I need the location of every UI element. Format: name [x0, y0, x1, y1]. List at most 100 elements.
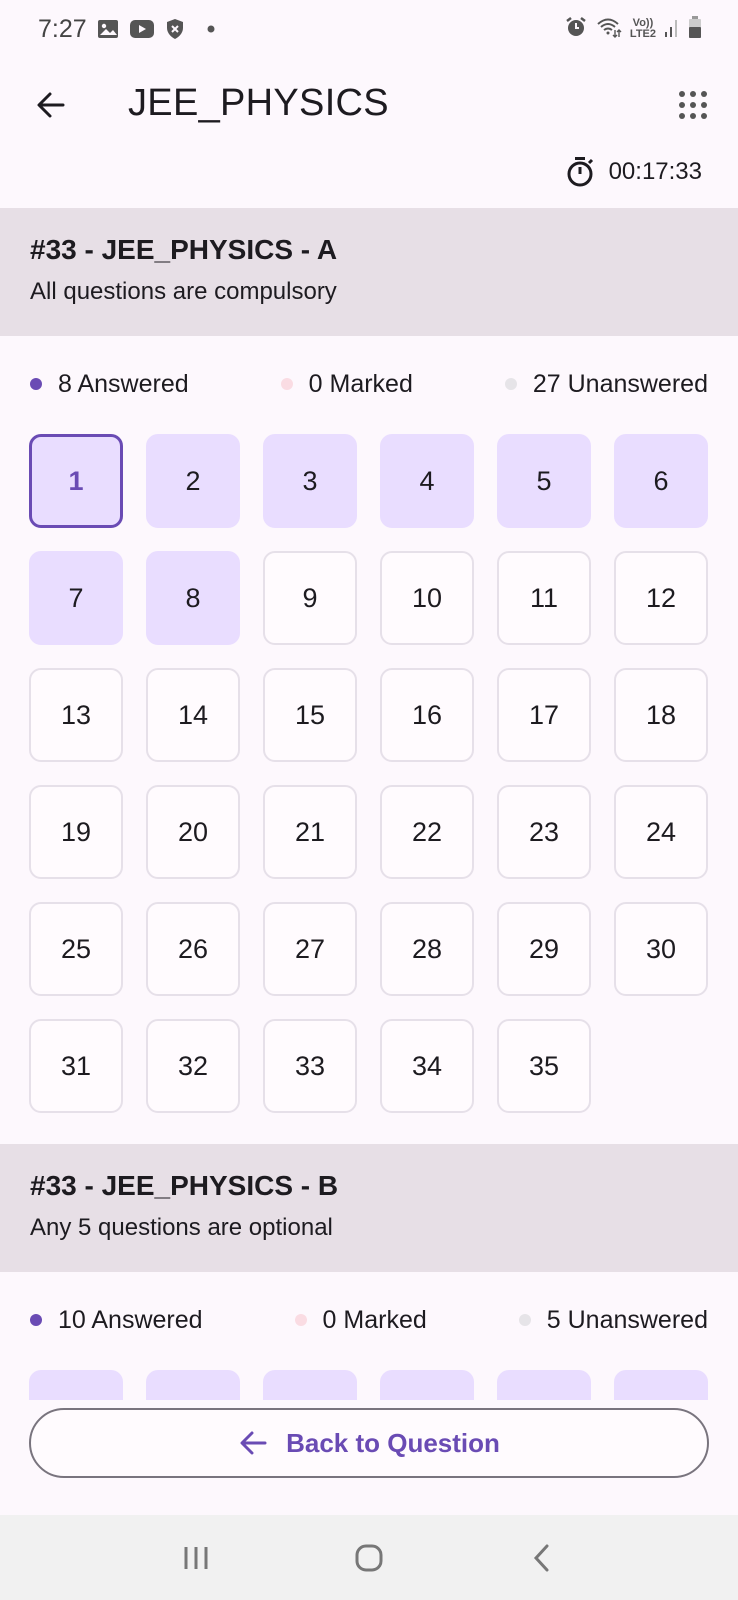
gallery-icon: [97, 19, 119, 39]
question-grid-button[interactable]: [672, 84, 714, 126]
question-button[interactable]: 19: [29, 785, 123, 879]
question-button[interactable]: [614, 1370, 708, 1400]
marked-count: 0 Marked: [322, 1305, 427, 1334]
answered-dot-icon: [30, 378, 42, 390]
legend-answered: 10 Answered: [30, 1306, 203, 1335]
battery-icon: [688, 15, 702, 44]
question-button[interactable]: [380, 1370, 474, 1400]
signal-icon: [664, 16, 680, 43]
section-a-subtitle: All questions are compulsory: [30, 278, 337, 305]
page-title: JEE_PHYSICS: [128, 82, 389, 124]
unanswered-count: 5 Unanswered: [546, 1305, 708, 1334]
back-icon: [533, 1544, 549, 1571]
marked-dot-icon: [294, 1314, 307, 1326]
status-bar: 7:27 Vo)) LTE2: [0, 0, 738, 58]
question-button[interactable]: [263, 1370, 357, 1400]
question-button[interactable]: 5: [497, 434, 591, 528]
question-button[interactable]: 31: [29, 1019, 123, 1113]
question-button[interactable]: [29, 1370, 123, 1400]
legend-marked: 0 Marked: [294, 1305, 427, 1335]
grid-dots-icon: [679, 91, 707, 119]
recent-apps-icon: [184, 1546, 208, 1569]
volte-icon: Vo)) LTE2: [630, 18, 656, 40]
app-bar: JEE_PHYSICS: [0, 58, 738, 152]
question-button[interactable]: 28: [380, 902, 474, 996]
question-button[interactable]: 4: [380, 434, 474, 528]
question-button[interactable]: 7: [29, 551, 123, 645]
question-button[interactable]: 22: [380, 785, 474, 879]
question-button[interactable]: 3: [263, 434, 357, 528]
shield-icon: [165, 18, 185, 40]
back-button[interactable]: [30, 84, 72, 126]
section-b-header: #33 - JEE_PHYSICS - B Any 5 questions ar…: [0, 1144, 738, 1272]
answered-dot-icon: [30, 1314, 42, 1326]
section-a-header: #33 - JEE_PHYSICS - A All questions are …: [0, 208, 738, 336]
question-button[interactable]: 11: [497, 551, 591, 645]
youtube-icon: [129, 19, 155, 39]
answered-count: 10 Answered: [58, 1305, 203, 1334]
question-button[interactable]: 26: [146, 902, 240, 996]
lte-label: LTE2: [629, 28, 656, 40]
question-button[interactable]: 16: [380, 668, 474, 762]
recent-apps-button[interactable]: [166, 1528, 226, 1588]
question-button[interactable]: 24: [614, 785, 708, 879]
marked-count: 0 Marked: [308, 369, 413, 398]
stopwatch-icon: [567, 157, 593, 187]
question-button[interactable]: 23: [497, 785, 591, 879]
question-button[interactable]: 35: [497, 1019, 591, 1113]
question-button[interactable]: 27: [263, 902, 357, 996]
section-b-title: #33 - JEE_PHYSICS - B: [30, 1170, 339, 1201]
question-button[interactable]: 21: [263, 785, 357, 879]
timer-value: 00:17:33: [608, 158, 702, 185]
marked-dot-icon: [280, 378, 293, 390]
question-button[interactable]: [497, 1370, 591, 1400]
question-button[interactable]: 2: [146, 434, 240, 528]
question-button[interactable]: 10: [380, 551, 474, 645]
question-button[interactable]: 17: [497, 668, 591, 762]
section-b-legend: 10 Answered 0 Marked 5 Unanswered: [0, 1300, 738, 1340]
unanswered-dot-icon: [518, 1314, 531, 1326]
question-button[interactable]: 15: [263, 668, 357, 762]
question-button[interactable]: 9: [263, 551, 357, 645]
arrow-back-icon: [37, 92, 65, 118]
question-button[interactable]: 1: [29, 434, 123, 528]
dot-icon: [207, 25, 215, 33]
question-button[interactable]: 18: [614, 668, 708, 762]
section-a-legend: 8 Answered 0 Marked 27 Unanswered: [0, 364, 738, 404]
question-button[interactable]: 30: [614, 902, 708, 996]
unanswered-dot-icon: [504, 378, 517, 390]
question-button[interactable]: 12: [614, 551, 708, 645]
question-button[interactable]: 20: [146, 785, 240, 879]
bottom-action-area: Back to Question: [0, 1400, 738, 1515]
question-button[interactable]: 25: [29, 902, 123, 996]
question-button[interactable]: 8: [146, 551, 240, 645]
home-icon: [355, 1544, 383, 1571]
question-button[interactable]: 32: [146, 1019, 240, 1113]
question-button[interactable]: [146, 1370, 240, 1400]
back-to-question-label: Back to Question: [286, 1427, 500, 1458]
status-time: 7:27: [38, 14, 87, 43]
question-button[interactable]: 13: [29, 668, 123, 762]
system-nav-bar: [0, 1515, 738, 1600]
system-back-button[interactable]: [512, 1528, 572, 1588]
question-button[interactable]: 6: [614, 434, 708, 528]
section-b-subtitle: Any 5 questions are optional: [30, 1214, 333, 1241]
timer: 00:17:33: [565, 152, 702, 192]
question-button[interactable]: 14: [146, 668, 240, 762]
question-button[interactable]: 33: [263, 1019, 357, 1113]
unanswered-count: 27 Unanswered: [532, 369, 708, 398]
question-button[interactable]: 29: [497, 902, 591, 996]
home-button[interactable]: [339, 1528, 399, 1588]
arrow-back-icon: [240, 1431, 267, 1455]
section-b-question-grid: [29, 1370, 708, 1400]
question-button[interactable]: 34: [380, 1019, 474, 1113]
back-to-question-button[interactable]: Back to Question: [29, 1408, 709, 1478]
legend-marked: 0 Marked: [280, 369, 413, 399]
legend-answered: 8 Answered: [30, 370, 189, 399]
legend-unanswered: 5 Unanswered: [518, 1305, 708, 1335]
alarm-icon: [564, 15, 588, 44]
legend-unanswered: 27 Unanswered: [504, 369, 708, 399]
section-a-title: #33 - JEE_PHYSICS - A: [30, 234, 338, 265]
answered-count: 8 Answered: [58, 369, 189, 398]
wifi-icon: [596, 15, 622, 44]
